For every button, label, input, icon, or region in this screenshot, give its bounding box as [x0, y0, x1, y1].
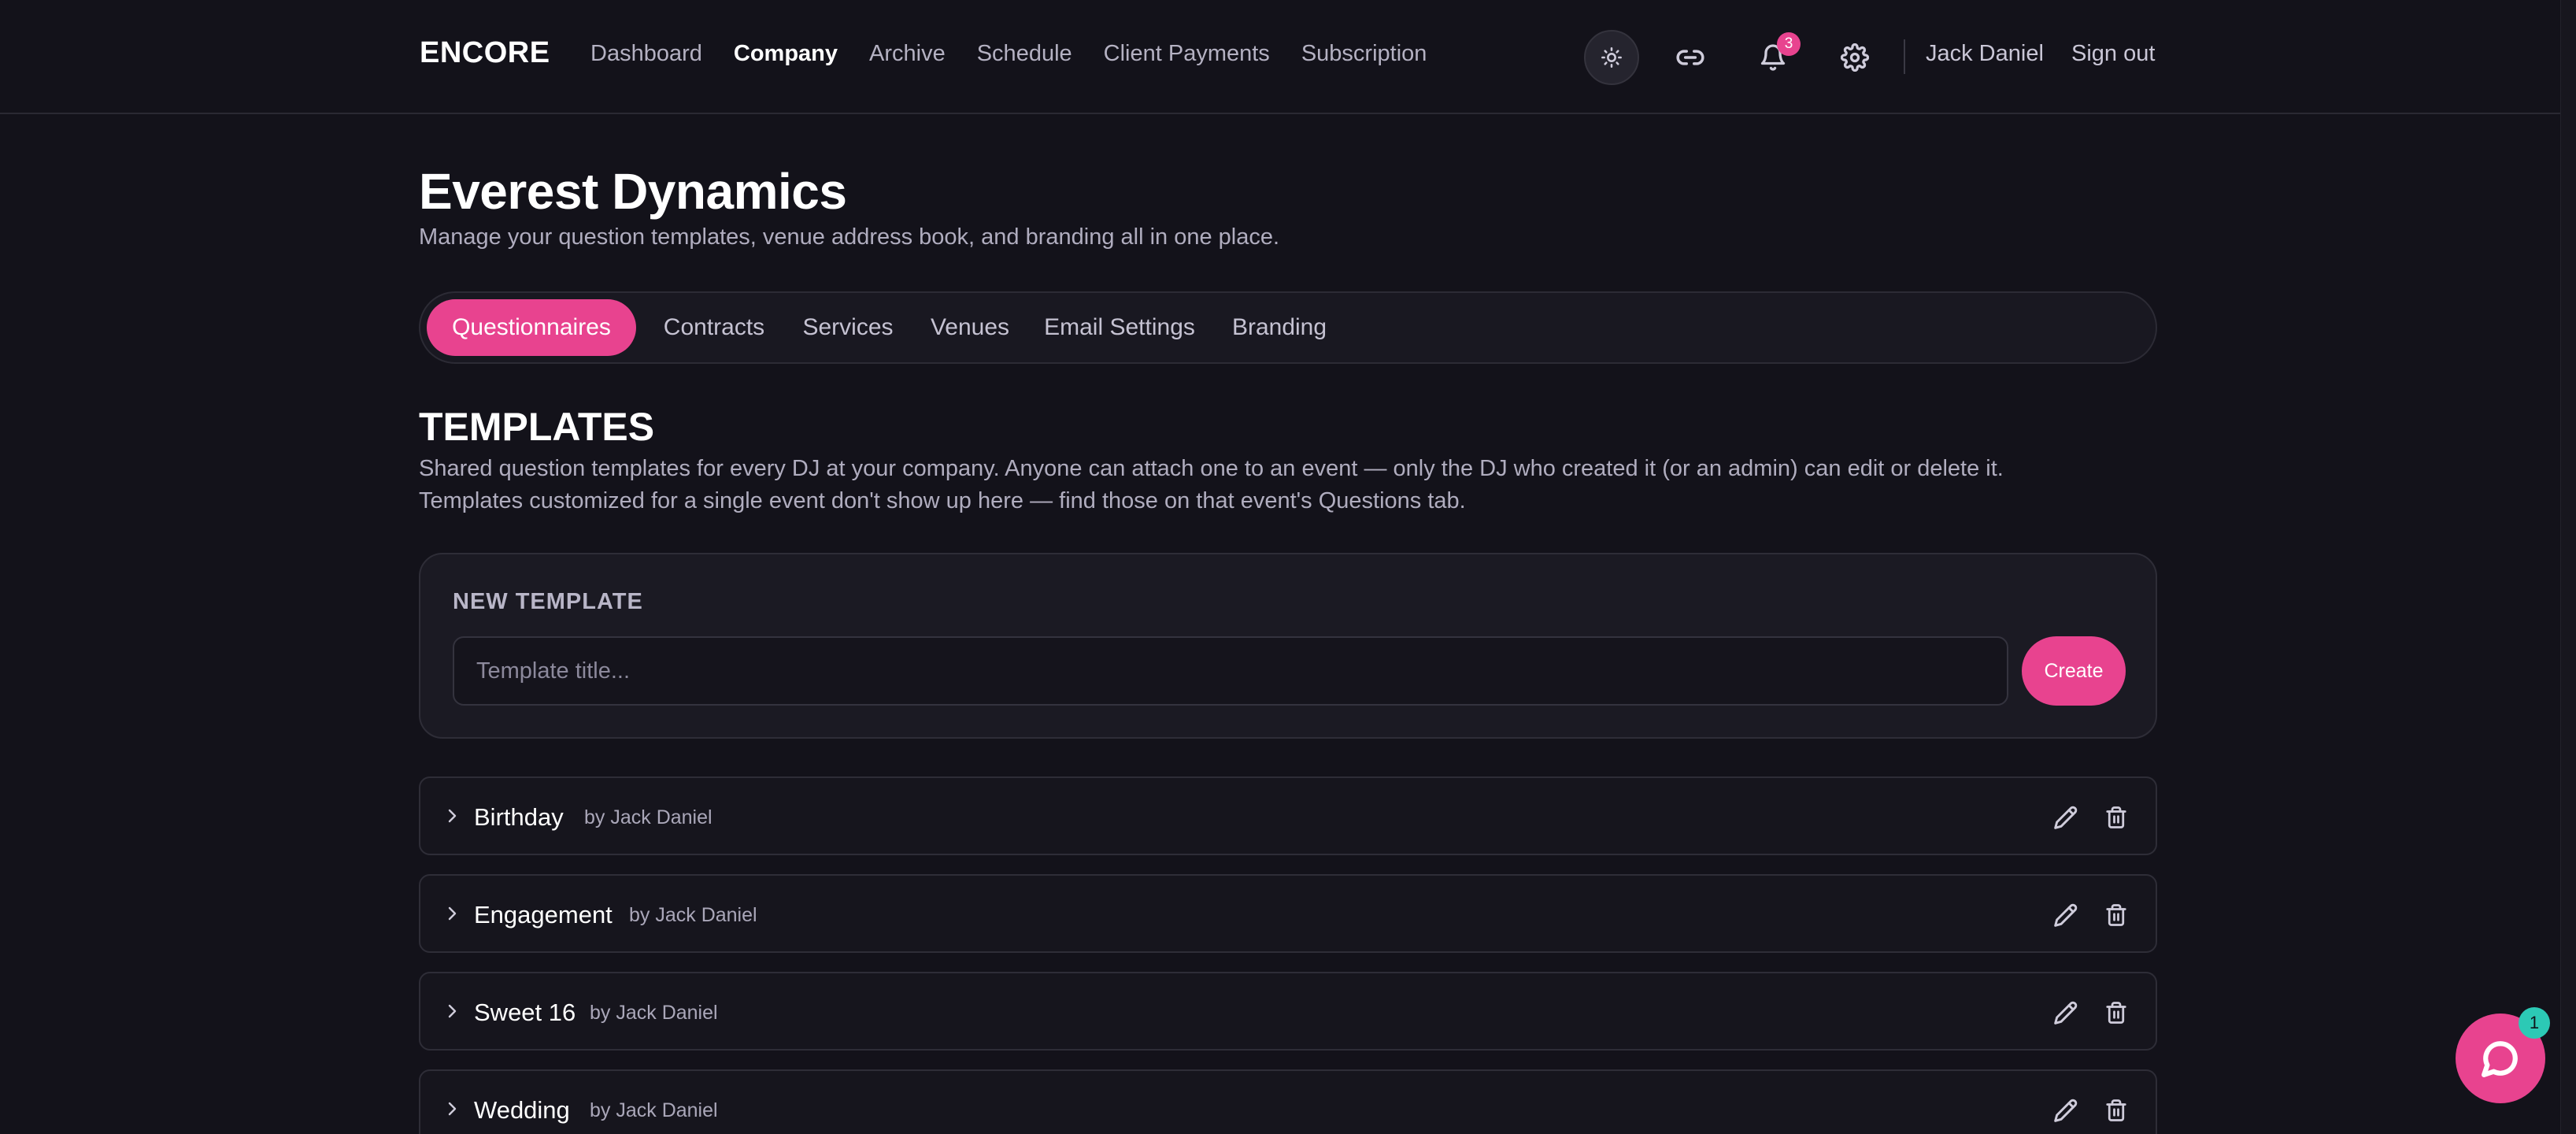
chat-bubble-icon [2482, 1041, 2518, 1077]
sign-out-link[interactable]: Sign out [2071, 41, 2155, 67]
pencil-icon [2054, 806, 2078, 829]
page-title: Everest Dynamics [419, 163, 847, 220]
new-template-label: NEW TEMPLATE [453, 589, 643, 614]
edit-template-button[interactable] [2050, 997, 2082, 1028]
delete-template-button[interactable] [2100, 997, 2132, 1028]
link-icon [1676, 50, 1704, 65]
page-scrollbar[interactable] [2560, 0, 2576, 1134]
trash-icon [2106, 806, 2126, 828]
trash-icon [2106, 904, 2126, 926]
chevron-right-icon[interactable] [442, 904, 461, 927]
template-name: Engagement [474, 901, 613, 928]
template-name: Wedding [474, 1096, 570, 1124]
tab-questionnaires[interactable]: Questionnaires [427, 299, 636, 356]
template-row[interactable]: Sweet 16 by Jack Daniel [419, 972, 2157, 1051]
templates-description-line-2: Templates customized for a single event … [419, 488, 1466, 513]
edit-template-button[interactable] [2050, 1095, 2082, 1126]
template-row[interactable]: Birthday by Jack Daniel [419, 776, 2157, 855]
theme-toggle-button[interactable] [1584, 30, 1639, 85]
notifications-button[interactable]: 3 [1745, 30, 1801, 85]
tab-email-settings[interactable]: Email Settings [1033, 299, 1206, 356]
tab-venues[interactable]: Venues [916, 299, 1023, 356]
template-title-input[interactable] [453, 636, 2008, 706]
tab-contracts[interactable]: Contracts [649, 299, 779, 356]
nav-dashboard[interactable]: Dashboard [590, 41, 702, 67]
create-template-button[interactable]: Create [2022, 636, 2126, 706]
pencil-icon [2054, 1001, 2078, 1025]
templates-heading: TEMPLATES [419, 405, 655, 449]
nav-company[interactable]: Company [734, 41, 838, 67]
chat-unread-badge: 1 [2519, 1007, 2550, 1039]
nav-schedule[interactable]: Schedule [977, 41, 1072, 67]
template-author: by Jack Daniel [629, 904, 757, 926]
template-row[interactable]: Engagement by Jack Daniel [419, 874, 2157, 953]
template-name: Sweet 16 [474, 999, 576, 1026]
sun-icon [1601, 47, 1622, 68]
company-tabs: Questionnaires Contracts Services Venues… [419, 291, 2157, 364]
edit-template-button[interactable] [2050, 802, 2082, 833]
trash-icon [2106, 1099, 2126, 1121]
nav-subscription[interactable]: Subscription [1301, 41, 1427, 67]
main-nav: Dashboard Company Archive Schedule Clien… [590, 41, 1458, 67]
template-author: by Jack Daniel [590, 1099, 718, 1121]
chevron-right-icon[interactable] [442, 1002, 461, 1025]
template-name: Birthday [474, 803, 564, 831]
edit-template-button[interactable] [2050, 899, 2082, 931]
trash-icon [2106, 1002, 2126, 1024]
template-author: by Jack Daniel [584, 806, 712, 828]
chevron-right-icon[interactable] [442, 806, 461, 829]
templates-description-line-1: Shared question templates for every DJ a… [419, 456, 2004, 481]
template-row[interactable]: Wedding by Jack Daniel [419, 1069, 2157, 1134]
pencil-icon [2054, 903, 2078, 927]
top-navigation-bar: ENCORE Dashboard Company Archive Schedul… [0, 0, 2560, 114]
header-divider [1904, 39, 1905, 74]
nav-archive[interactable]: Archive [869, 41, 946, 67]
delete-template-button[interactable] [2100, 899, 2132, 931]
chevron-right-icon[interactable] [442, 1099, 461, 1122]
app-logo[interactable]: ENCORE [420, 36, 550, 70]
settings-button[interactable] [1827, 30, 1882, 85]
notification-count-badge: 3 [1777, 32, 1801, 56]
templates-description: Shared question templates for every DJ a… [419, 453, 2004, 517]
tab-services[interactable]: Services [789, 299, 907, 356]
new-template-card: NEW TEMPLATE Create [419, 553, 2157, 739]
template-author: by Jack Daniel [590, 1002, 718, 1024]
delete-template-button[interactable] [2100, 802, 2132, 833]
nav-client-payments[interactable]: Client Payments [1104, 41, 1270, 67]
copy-link-button[interactable] [1663, 30, 1718, 85]
tab-branding[interactable]: Branding [1216, 299, 1343, 356]
pencil-icon [2054, 1099, 2078, 1122]
user-name[interactable]: Jack Daniel [1926, 41, 2044, 67]
delete-template-button[interactable] [2100, 1095, 2132, 1126]
page-subtitle: Manage your question templates, venue ad… [419, 224, 1280, 250]
gear-icon [1841, 43, 1869, 72]
